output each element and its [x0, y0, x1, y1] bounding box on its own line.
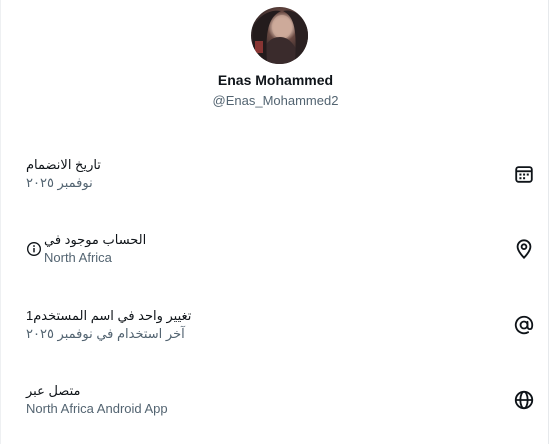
at-sign-icon	[514, 315, 534, 335]
connected-via-label: متصل عبر	[26, 383, 81, 398]
account-location-value: North Africa	[44, 250, 112, 265]
info-icon[interactable]	[26, 241, 42, 257]
account-info-panel: Enas Mohammed @Enas_Mohammed2 تاريخ الان…	[0, 0, 549, 444]
username-change-row: تغيير واحد في اسم المستخدم1 آخر استخدام …	[1, 308, 550, 348]
calendar-icon	[515, 166, 533, 183]
account-location-row: الحساب موجود في North Africa	[1, 232, 550, 272]
profile-handle: @Enas_Mohammed2	[212, 93, 339, 108]
joined-date-row: تاريخ الانضمام نوفمبر ٢٠٢٥	[1, 157, 550, 197]
location-pin-icon	[516, 239, 532, 260]
username-change-value: آخر استخدام في نوفمبر ٢٠٢٥	[26, 326, 185, 341]
joined-date-value: نوفمبر ٢٠٢٥	[26, 175, 93, 190]
username-change-label: تغيير واحد في اسم المستخدم1	[26, 308, 192, 323]
connected-via-row: متصل عبر North Africa Android App	[1, 383, 550, 423]
profile-name: Enas Mohammed	[217, 72, 334, 88]
avatar[interactable]	[251, 7, 308, 64]
account-location-label: الحساب موجود في	[44, 232, 147, 247]
globe-icon	[514, 390, 534, 410]
connected-via-value: North Africa Android App	[26, 401, 168, 416]
joined-date-label: تاريخ الانضمام	[26, 157, 101, 172]
